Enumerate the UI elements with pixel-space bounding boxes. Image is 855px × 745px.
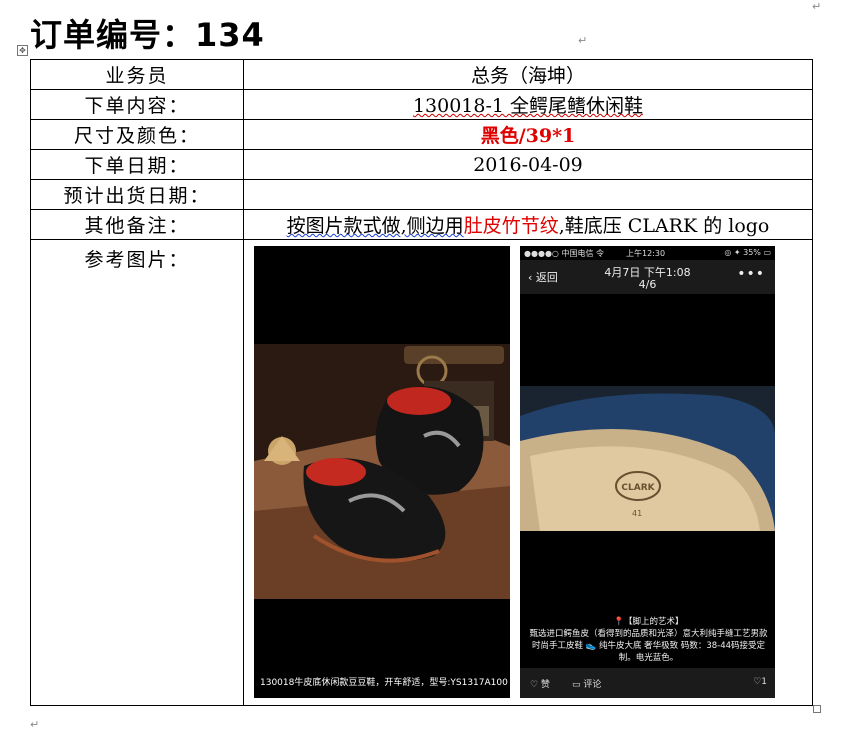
remarks-label: 其他备注： — [30, 209, 244, 240]
table-row: 参考图片： 130018牛皮底休闲款豆豆鞋，开车舒适，型号:YS1317A100… — [30, 239, 813, 706]
ship-date-label: 预计出货日期： — [30, 179, 244, 210]
reference-photo-loafers: 130018牛皮底休闲款豆豆鞋，开车舒适，型号:YS1317A100 — [254, 246, 510, 698]
shoe-sole-photo-image: CLARK 41 — [520, 386, 775, 531]
order-date-value: 2016-04-09 — [243, 149, 813, 180]
phone-status-bar: ●●●●○ 中国电信 令 上午12:30 ◎ ✦ 35% ▭ — [520, 246, 775, 260]
paragraph-mark-icon: ↵ — [812, 0, 822, 13]
like-count: ♡1 — [753, 677, 767, 687]
table-resize-handle-icon[interactable] — [813, 705, 821, 713]
order-number-title: 订单编号：134 — [30, 16, 265, 54]
reference-images-cell: 130018牛皮底休闲款豆豆鞋，开车舒适，型号:YS1317A100 ●●●●○… — [243, 239, 813, 706]
size-color-label: 尺寸及颜色： — [30, 119, 244, 150]
table-row: 其他备注： 按图片款式做,侧边用肚皮竹节纹,鞋底压 CLARK 的 logo — [30, 209, 813, 240]
ship-date-value — [243, 179, 813, 210]
salesperson-value: 总务（海坤） — [243, 59, 813, 90]
time-text: 上午12:30 — [626, 249, 666, 258]
post-title: 📍【脚上的艺术】 — [613, 617, 684, 627]
order-content-label: 下单内容： — [30, 89, 244, 120]
battery-text: ◎ ✦ 35% ▭ — [724, 248, 771, 257]
table-row: 预计出货日期： — [30, 179, 813, 210]
sole-logo-text: CLARK — [621, 483, 655, 493]
loafers-photo-image — [254, 246, 510, 698]
like-button: ♡ 赞 — [530, 680, 550, 690]
remarks-value: 按图片款式做,侧边用肚皮竹节纹,鞋底压 CLARK 的 logo — [243, 209, 813, 240]
table-row: 下单日期： 2016-04-09 — [30, 149, 813, 180]
salesperson-label: 业务员 — [30, 59, 244, 90]
more-icon: ••• — [737, 266, 765, 282]
table-move-handle-icon[interactable]: ✥ — [17, 45, 28, 56]
photo-caption: 130018牛皮底休闲款豆豆鞋，开车舒适，型号:YS1317A100 — [260, 678, 508, 688]
paragraph-mark-icon: ↵ — [578, 34, 588, 47]
carrier-text: ●●●●○ 中国电信 令 — [524, 249, 604, 258]
comment-button: ▭ 评论 — [572, 680, 602, 690]
order-date-label: 下单日期： — [30, 149, 244, 180]
post-body: 甄选进口鳄鱼皮（看得到的品质和光泽）意大利纯手缝工艺男款时尚手工皮鞋 👟 纯牛皮… — [529, 629, 768, 663]
reference-photo-phone-screenshot: ●●●●○ 中国电信 令 上午12:30 ◎ ✦ 35% ▭ ‹ 返回 4月7日… — [520, 246, 775, 698]
phone-nav-bar: ‹ 返回 4月7日 下午1:08 4/6 ••• — [520, 260, 775, 294]
paragraph-mark-icon: ↵ — [30, 718, 40, 731]
reference-images-label: 参考图片： — [30, 239, 244, 706]
post-description: 📍【脚上的艺术】 甄选进口鳄鱼皮（看得到的品质和光泽）意大利纯手缝工艺男款时尚手… — [526, 616, 771, 664]
phone-action-bar: ♡ 赞 ▭ 评论 ♡1 — [520, 668, 775, 698]
table-row: 业务员 总务（海坤） — [30, 59, 813, 90]
table-row: 下单内容： 130018-1 全鳄尾鳍休闲鞋 — [30, 89, 813, 120]
order-content-value: 130018-1 全鳄尾鳍休闲鞋 — [243, 89, 813, 120]
table-row: 尺寸及颜色： 黑色/39*1 — [30, 119, 813, 150]
order-table: 业务员 总务（海坤） 下单内容： 130018-1 全鳄尾鳍休闲鞋 尺寸及颜色：… — [30, 59, 813, 706]
size-color-value: 黑色/39*1 — [243, 119, 813, 150]
sole-size-text: 41 — [632, 509, 642, 518]
